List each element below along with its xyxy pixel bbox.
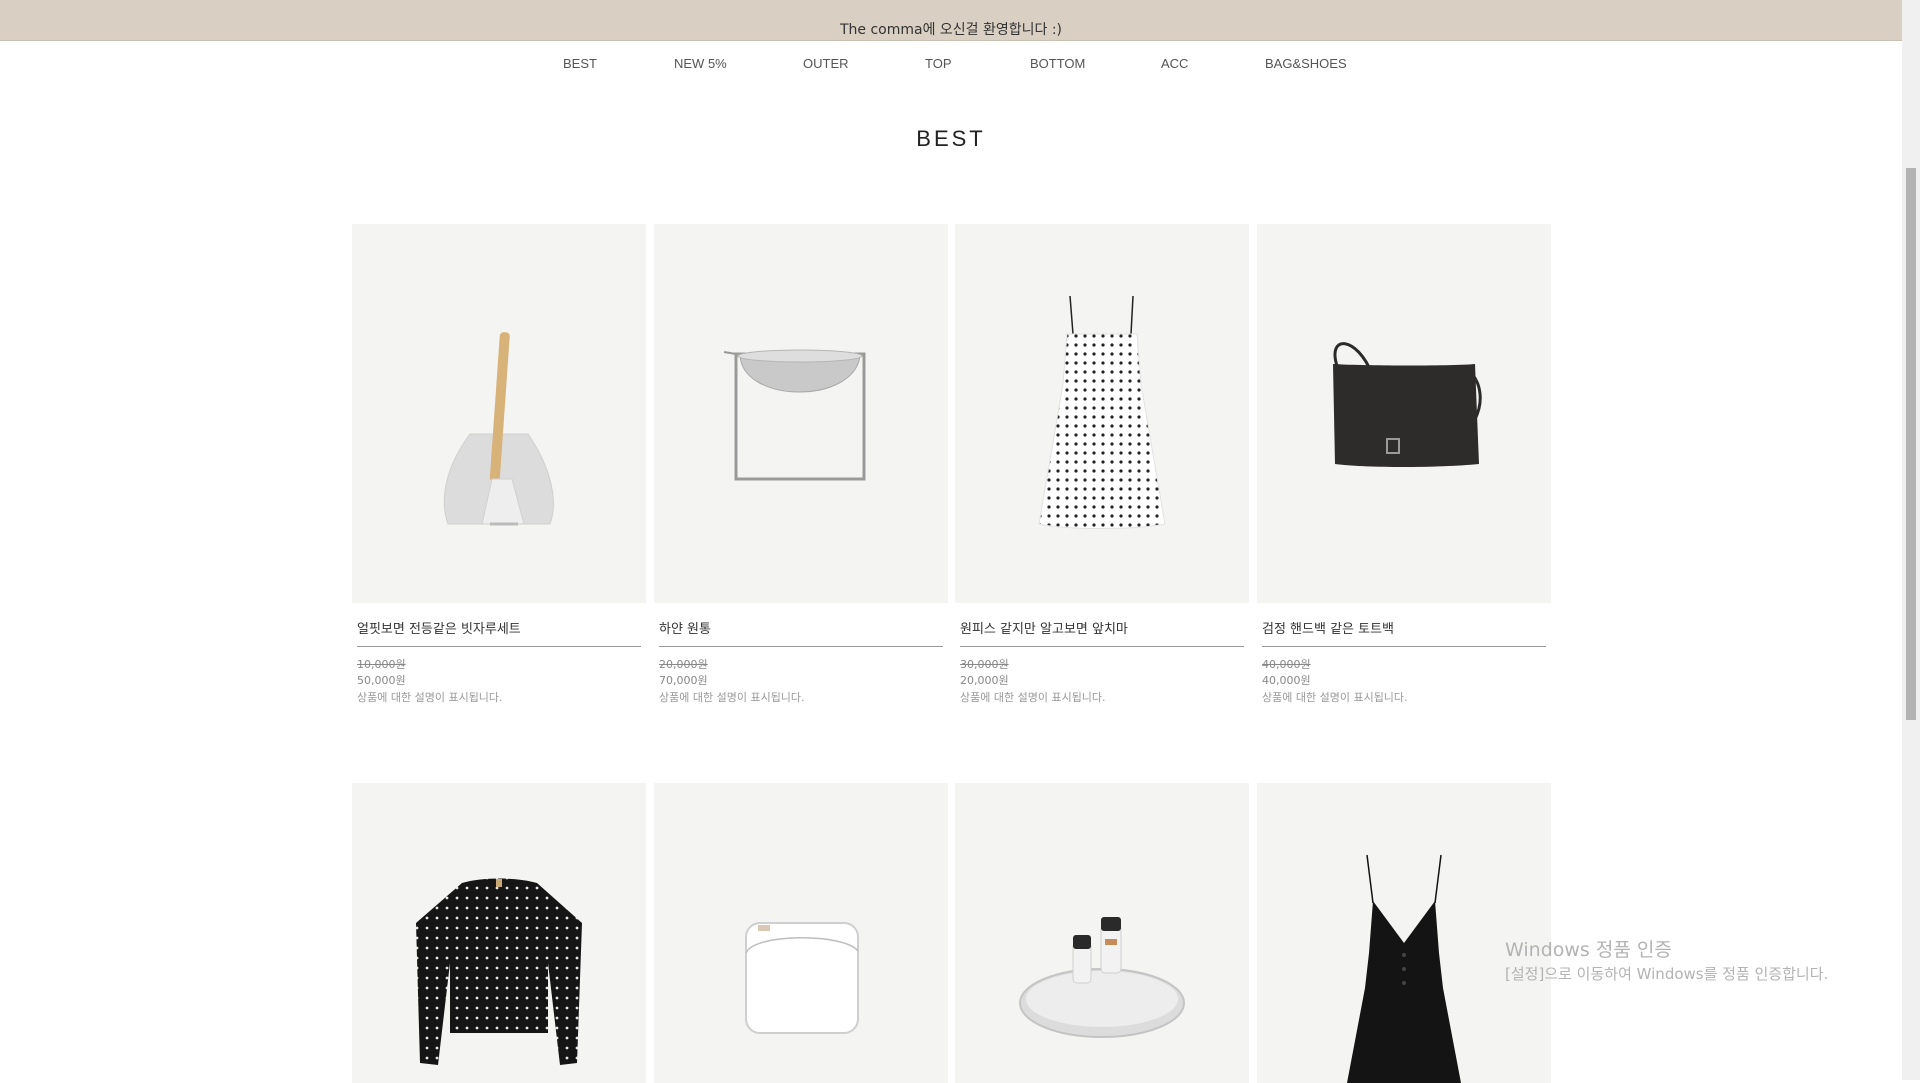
- product-price: 50,000원: [357, 674, 406, 687]
- product-name[interactable]: 원피스 같지만 알고보면 앞치마: [960, 618, 1244, 647]
- product-original-price: 10,000원: [357, 658, 406, 671]
- nav-item-new[interactable]: NEW 5%: [674, 56, 727, 71]
- product-description: 상품에 대한 설명이 표시됩니다.: [659, 691, 805, 704]
- product-price: 20,000원: [960, 674, 1009, 687]
- product-card[interactable]: 하얀 원통 20,000원 70,000원 상품에 대한 설명이 표시됩니다.: [654, 224, 948, 707]
- product-card[interactable]: [654, 783, 948, 1083]
- scrollbar-thumb[interactable]: [1906, 168, 1916, 720]
- product-original-price: 30,000원: [960, 658, 1009, 671]
- nav-item-outer[interactable]: OUTER: [803, 56, 849, 71]
- product-image[interactable]: [1257, 783, 1551, 1083]
- windows-activation-watermark: Windows 정품 인증 [설정]으로 이동하여 Windows를 정품 인증…: [1505, 938, 1828, 984]
- product-card[interactable]: 원피스 같지만 알고보면 앞치마 30,000원 20,000원 상품에 대한 …: [955, 224, 1249, 707]
- product-description: 상품에 대한 설명이 표시됩니다.: [1262, 691, 1408, 704]
- product-description: 상품에 대한 설명이 표시됩니다.: [357, 691, 503, 704]
- product-price: 40,000원: [1262, 674, 1311, 687]
- product-image[interactable]: [654, 783, 948, 1083]
- product-image[interactable]: [654, 224, 948, 603]
- announcement-text: The comma에 오신걸 환영합니다 :): [839, 22, 1063, 38]
- nav-item-best[interactable]: BEST: [563, 56, 597, 71]
- product-price: 70,000원: [659, 674, 708, 687]
- product-original-price: 40,000원: [1262, 658, 1311, 671]
- product-card[interactable]: [1257, 783, 1551, 1083]
- product-image[interactable]: [352, 224, 646, 603]
- nav-item-bag-shoes[interactable]: BAG&SHOES: [1265, 56, 1347, 71]
- nav-item-bottom[interactable]: BOTTOM: [1030, 56, 1085, 71]
- product-image[interactable]: [955, 783, 1249, 1083]
- product-image[interactable]: [352, 783, 646, 1083]
- product-original-price: 20,000원: [659, 658, 708, 671]
- product-name[interactable]: 하얀 원통: [659, 618, 943, 647]
- nav-item-top[interactable]: TOP: [925, 56, 952, 71]
- section-title: BEST: [916, 126, 986, 151]
- product-card[interactable]: 얼핏보면 전등같은 빗자루세트 10,000원 50,000원 상품에 대한 설…: [352, 224, 646, 707]
- product-image[interactable]: [955, 224, 1249, 603]
- announcement-bar: The comma에 오신걸 환영합니다 :): [0, 0, 1902, 41]
- watermark-subtitle: [설정]으로 이동하여 Windows를 정품 인증합니다.: [1505, 965, 1829, 983]
- product-card[interactable]: [955, 783, 1249, 1083]
- watermark-title: Windows 정품 인증: [1505, 939, 1672, 961]
- product-card[interactable]: 검정 핸드백 같은 토트백 40,000원 40,000원 상품에 대한 설명이…: [1257, 224, 1551, 707]
- product-card[interactable]: [352, 783, 646, 1083]
- page-scrollbar[interactable]: [1902, 0, 1920, 1080]
- nav-item-acc[interactable]: ACC: [1161, 56, 1188, 71]
- product-name[interactable]: 검정 핸드백 같은 토트백: [1262, 618, 1546, 647]
- product-description: 상품에 대한 설명이 표시됩니다.: [960, 691, 1106, 704]
- main-nav: BEST NEW 5% OUTER TOP BOTTOM ACC BAG&SHO…: [0, 56, 1902, 76]
- product-image[interactable]: [1257, 224, 1551, 603]
- product-name[interactable]: 얼핏보면 전등같은 빗자루세트: [357, 618, 641, 647]
